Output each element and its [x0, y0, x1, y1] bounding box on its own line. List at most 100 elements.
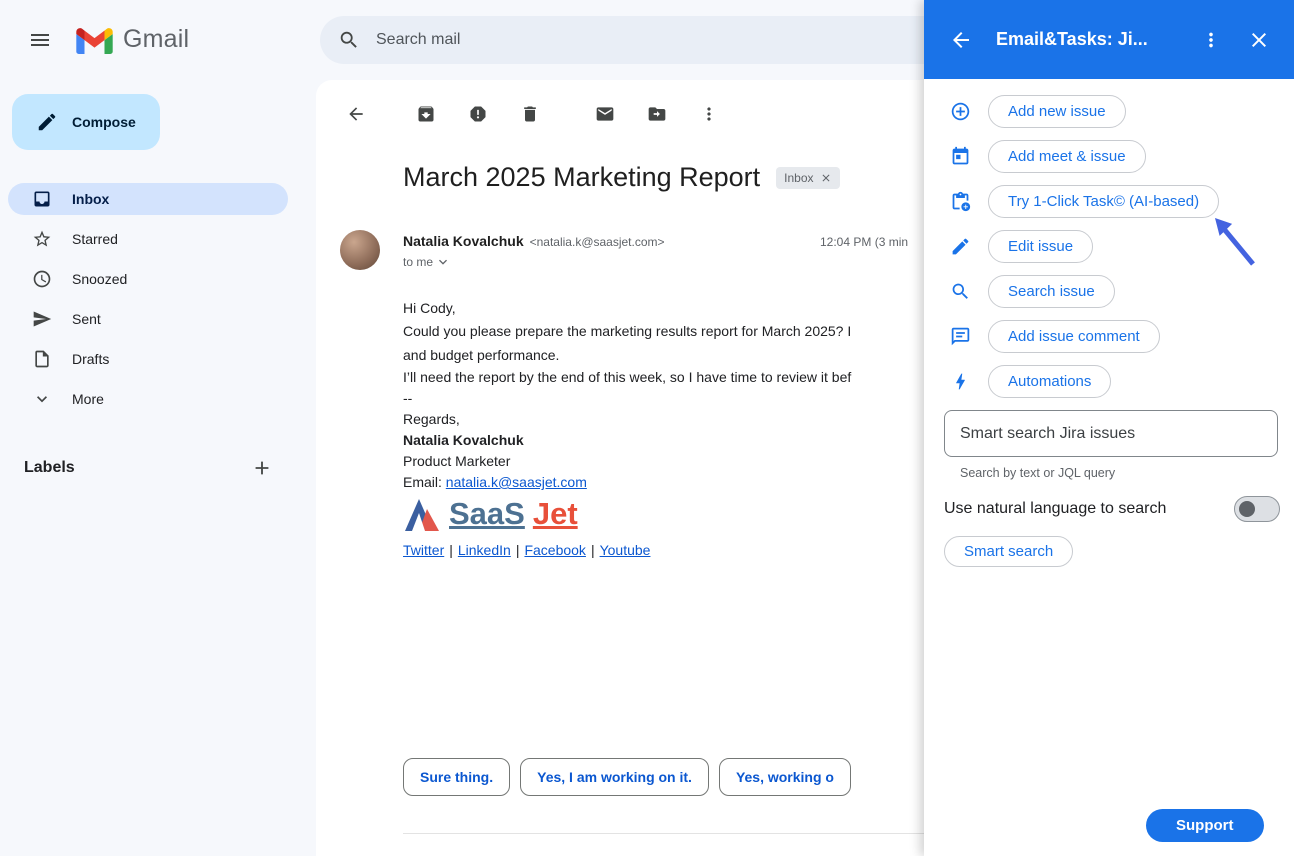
- chip-label: Inbox: [784, 171, 813, 185]
- sidebar-item-snoozed[interactable]: Snoozed: [8, 263, 288, 295]
- linkedin-link[interactable]: LinkedIn: [458, 542, 511, 558]
- sidebar: Compose Inbox Starred Snoozed Sent: [0, 80, 300, 856]
- search-hint: Search by text or JQL query: [960, 466, 1115, 480]
- paragraph-1: Could you please prepare the marketing r…: [403, 319, 1003, 367]
- smart-search-input[interactable]: [944, 410, 1278, 457]
- support-button[interactable]: Support: [1146, 809, 1264, 842]
- saasjet-logo-text-jet: Jet: [533, 497, 578, 531]
- send-icon: [32, 309, 52, 329]
- social-links: Twitter|LinkedIn|Facebook|Youtube: [403, 540, 1003, 561]
- try-one-click-task-button[interactable]: Try 1-Click Task© (AI-based): [988, 185, 1219, 218]
- inbox-label-chip[interactable]: Inbox: [776, 167, 839, 189]
- bolt-icon: [950, 371, 971, 392]
- gmail-logo: Gmail: [76, 25, 189, 54]
- report-spam-button[interactable]: [458, 94, 498, 134]
- panel-more-button[interactable]: [1198, 27, 1224, 53]
- panel-back-button[interactable]: [948, 27, 974, 53]
- to-label: to me: [403, 255, 433, 269]
- smart-reply-2[interactable]: Yes, I am working on it.: [520, 758, 709, 796]
- sidebar-nav: Inbox Starred Snoozed Sent Drafts: [0, 183, 300, 423]
- email-body: Hi Cody, Could you please prepare the ma…: [403, 298, 1003, 561]
- clock-icon: [32, 269, 52, 289]
- toggle-knob: [1239, 501, 1255, 517]
- smart-replies: Sure thing. Yes, I am working on it. Yes…: [403, 758, 851, 796]
- add-issue-comment-button[interactable]: Add issue comment: [988, 320, 1160, 353]
- email-toolbar: [336, 94, 729, 134]
- mark-unread-button[interactable]: [585, 94, 625, 134]
- sidebar-item-label: Drafts: [72, 351, 109, 367]
- sidebar-item-label: More: [72, 391, 104, 407]
- regards: Regards,: [403, 409, 1003, 430]
- sender-avatar[interactable]: [340, 230, 380, 270]
- report-spam-icon: [468, 104, 488, 124]
- youtube-link[interactable]: Youtube: [600, 542, 651, 558]
- sidebar-item-label: Snoozed: [72, 271, 127, 287]
- email-timestamp: 12:04 PM (3 min: [820, 235, 908, 249]
- sidebar-item-starred[interactable]: Starred: [8, 223, 288, 255]
- plus-icon: [251, 457, 273, 479]
- smart-search-button[interactable]: Smart search: [944, 536, 1073, 567]
- jira-panel: Email&Tasks: Ji... Add new issue Add mee…: [924, 0, 1294, 856]
- edit-issue-button[interactable]: Edit issue: [988, 230, 1093, 263]
- close-icon: [1247, 28, 1271, 52]
- signature-role: Product Marketer: [403, 451, 1003, 472]
- sidebar-item-more[interactable]: More: [8, 383, 288, 415]
- pencil-icon: [36, 111, 58, 133]
- search-icon: [950, 281, 971, 302]
- compose-button[interactable]: Compose: [12, 94, 160, 150]
- search-input[interactable]: [374, 30, 854, 50]
- move-to-button[interactable]: [637, 94, 677, 134]
- signature-divider: --: [403, 388, 1003, 409]
- envelope-icon: [595, 104, 615, 124]
- more-options-button[interactable]: [689, 94, 729, 134]
- archive-icon: [416, 104, 436, 124]
- draft-icon: [32, 349, 52, 369]
- archive-button[interactable]: [406, 94, 446, 134]
- edit-icon: [950, 236, 971, 257]
- more-vert-icon: [699, 104, 719, 124]
- facebook-link[interactable]: Facebook: [524, 542, 585, 558]
- sidebar-item-label: Inbox: [72, 191, 109, 207]
- sidebar-item-drafts[interactable]: Drafts: [8, 343, 288, 375]
- signature-email-link[interactable]: natalia.k@saasjet.com: [446, 474, 587, 490]
- smart-reply-3[interactable]: Yes, working o: [719, 758, 851, 796]
- to-me-dropdown[interactable]: to me: [403, 254, 451, 270]
- natural-language-label: Use natural language to search: [944, 500, 1166, 518]
- add-meet-issue-button[interactable]: Add meet & issue: [988, 140, 1146, 173]
- sidebar-item-label: Starred: [72, 231, 118, 247]
- twitter-link[interactable]: Twitter: [403, 542, 444, 558]
- email-subject: March 2025 Marketing Report: [403, 162, 760, 193]
- sidebar-item-inbox[interactable]: Inbox: [8, 183, 288, 215]
- gmail-logo-text: Gmail: [123, 25, 189, 54]
- labels-section: Labels: [24, 452, 278, 484]
- natural-language-toggle[interactable]: [1234, 496, 1280, 522]
- labels-title: Labels: [24, 459, 75, 477]
- add-label-button[interactable]: [246, 452, 278, 484]
- saasjet-logo-text-saas: SaaS: [449, 497, 525, 531]
- chip-close-button[interactable]: [820, 172, 832, 184]
- folder-move-icon: [647, 104, 667, 124]
- signature-email-line: Email: natalia.k@saasjet.com: [403, 472, 1003, 493]
- add-circle-icon: [950, 101, 971, 122]
- trash-icon: [520, 104, 540, 124]
- panel-close-button[interactable]: [1246, 27, 1272, 53]
- delete-button[interactable]: [510, 94, 550, 134]
- sidebar-item-sent[interactable]: Sent: [8, 303, 288, 335]
- search-issue-button[interactable]: Search issue: [988, 275, 1115, 308]
- back-button[interactable]: [336, 94, 376, 134]
- star-icon: [32, 229, 52, 249]
- signature-name: Natalia Kovalchuk: [403, 430, 1003, 451]
- automations-button[interactable]: Automations: [988, 365, 1111, 398]
- compose-label: Compose: [72, 114, 136, 130]
- hamburger-menu-icon: [28, 28, 52, 52]
- search-bar[interactable]: [320, 16, 1020, 64]
- panel-actions: Add new issue Add meet & issue Try 1-Cli…: [924, 89, 1294, 404]
- inbox-icon: [32, 189, 52, 209]
- smart-reply-1[interactable]: Sure thing.: [403, 758, 510, 796]
- saasjet-logo-mark-icon: [403, 499, 441, 531]
- hamburger-menu-button[interactable]: [16, 16, 64, 64]
- sidebar-item-label: Sent: [72, 311, 101, 327]
- saasjet-logo: SaaSJet: [403, 493, 1003, 531]
- add-new-issue-button[interactable]: Add new issue: [988, 95, 1126, 128]
- panel-title: Email&Tasks: Ji...: [996, 29, 1148, 50]
